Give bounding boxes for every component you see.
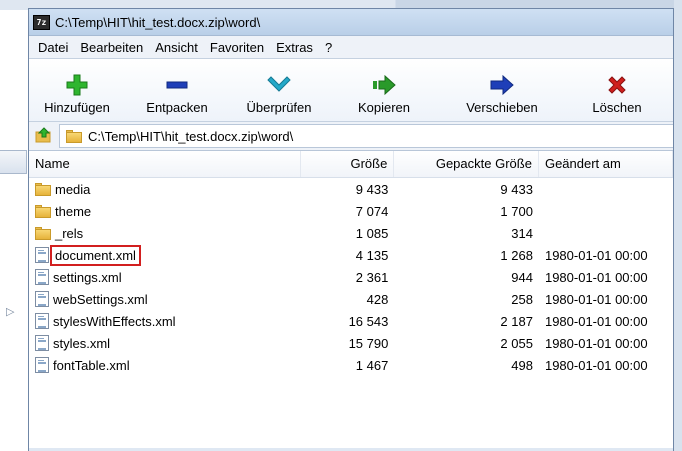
column-packed-size[interactable]: Gepackte Größe bbox=[394, 151, 539, 177]
file-modified: 1980-01-01 00:00 bbox=[544, 335, 648, 351]
file-size: 16 543 bbox=[348, 313, 389, 329]
test-button-label: Überprüfen bbox=[246, 100, 312, 115]
file-size: 9 433 bbox=[355, 181, 389, 197]
delete-button-label: Löschen bbox=[592, 100, 642, 115]
file-packed-size: 9 433 bbox=[500, 181, 533, 197]
list-item-theme[interactable]: theme 7 074 1 700 bbox=[29, 200, 673, 222]
file-name: stylesWithEffects.xml bbox=[53, 313, 176, 329]
file-packed-size: 944 bbox=[511, 269, 533, 285]
file-packed-size: 258 bbox=[511, 291, 533, 307]
file-list: Name Größe Gepackte Größe Geändert am me… bbox=[29, 151, 673, 448]
add-button-label: Hinzufügen bbox=[44, 100, 110, 115]
menu-bearbeiten[interactable]: Bearbeiten bbox=[74, 40, 149, 55]
title-bar[interactable]: 7z C:\Temp\HIT\hit_test.docx.zip\word\ bbox=[29, 9, 673, 36]
test-button[interactable]: Überprüfen bbox=[229, 63, 329, 121]
file-name: theme bbox=[55, 203, 92, 219]
file-size: 2 361 bbox=[355, 269, 389, 285]
file-size: 428 bbox=[366, 291, 389, 307]
7zip-app-icon: 7z bbox=[33, 14, 50, 30]
folder-icon bbox=[66, 129, 82, 143]
file-name: styles.xml bbox=[53, 335, 111, 351]
menu-datei[interactable]: Datei bbox=[32, 40, 74, 55]
menu-bar: Datei Bearbeiten Ansicht Favoriten Extra… bbox=[29, 36, 673, 59]
list-item-fonttable-xml[interactable]: fontTable.xml 1 467 498 1980-01-01 00:00 bbox=[29, 354, 673, 376]
minus-icon bbox=[166, 70, 188, 100]
list-item-settings-xml[interactable]: settings.xml 2 361 944 1980-01-01 00:00 bbox=[29, 266, 673, 288]
file-packed-size: 1 700 bbox=[500, 203, 533, 219]
file-size: 1 467 bbox=[355, 357, 389, 373]
check-chevron-icon bbox=[267, 70, 291, 100]
archive-window: 7z C:\Temp\HIT\hit_test.docx.zip\word\ D… bbox=[28, 8, 674, 451]
extract-button-label: Entpacken bbox=[146, 100, 208, 115]
background-window-edge-right bbox=[674, 0, 682, 451]
file-packed-size: 2 187 bbox=[500, 313, 533, 329]
file-name: media bbox=[55, 181, 91, 197]
folder-up-icon[interactable] bbox=[35, 126, 53, 146]
background-arrow-icon: ▷ bbox=[6, 306, 15, 318]
file-packed-size: 498 bbox=[511, 357, 533, 373]
file-modified: 1980-01-01 00:00 bbox=[544, 269, 648, 285]
file-size: 4 135 bbox=[355, 247, 389, 263]
list-item-rels[interactable]: _rels 1 085 314 bbox=[29, 222, 673, 244]
file-size: 15 790 bbox=[348, 335, 389, 351]
xml-file-icon bbox=[35, 269, 49, 285]
menu-favoriten[interactable]: Favoriten bbox=[204, 40, 270, 55]
file-name: webSettings.xml bbox=[53, 291, 148, 307]
window-title: C:\Temp\HIT\hit_test.docx.zip\word\ bbox=[55, 14, 261, 30]
column-size[interactable]: Größe bbox=[301, 151, 395, 177]
extract-button[interactable]: Entpacken bbox=[125, 63, 229, 121]
copy-arrow-icon bbox=[372, 70, 396, 100]
file-name: fontTable.xml bbox=[53, 357, 130, 373]
move-button[interactable]: Verschieben bbox=[439, 63, 565, 121]
xml-file-icon bbox=[35, 291, 49, 307]
folder-icon bbox=[35, 226, 51, 240]
add-button[interactable]: Hinzufügen bbox=[29, 63, 125, 121]
copy-button-label: Kopieren bbox=[357, 100, 411, 115]
column-name[interactable]: Name bbox=[29, 151, 301, 177]
delete-x-icon bbox=[607, 70, 627, 100]
address-bar: C:\Temp\HIT\hit_test.docx.zip\word\ bbox=[29, 122, 673, 151]
file-packed-size: 2 055 bbox=[500, 335, 533, 351]
file-modified: 1980-01-01 00:00 bbox=[544, 247, 648, 263]
list-item-websettings-xml[interactable]: webSettings.xml 428 258 1980-01-01 00:00 bbox=[29, 288, 673, 310]
delete-button[interactable]: Löschen bbox=[565, 63, 669, 121]
list-item-media[interactable]: media 9 433 9 433 bbox=[29, 178, 673, 200]
plus-icon bbox=[66, 70, 88, 100]
file-name-highlighted: document.xml bbox=[50, 244, 141, 266]
menu-ansicht[interactable]: Ansicht bbox=[149, 40, 204, 55]
move-button-label: Verschieben bbox=[466, 100, 538, 115]
file-modified: 1980-01-01 00:00 bbox=[544, 291, 648, 307]
file-size: 1 085 bbox=[355, 225, 389, 241]
file-name: settings.xml bbox=[53, 269, 122, 285]
file-modified: 1980-01-01 00:00 bbox=[544, 357, 648, 373]
xml-file-icon bbox=[35, 335, 49, 351]
file-packed-size: 314 bbox=[511, 225, 533, 241]
address-field[interactable]: C:\Temp\HIT\hit_test.docx.zip\word\ bbox=[59, 124, 673, 148]
list-item-styles-xml[interactable]: styles.xml 15 790 2 055 1980-01-01 00:00 bbox=[29, 332, 673, 354]
xml-file-icon bbox=[35, 247, 49, 263]
file-name: _rels bbox=[55, 225, 84, 241]
list-item-document-xml[interactable]: document.xml 4 135 1 268 1980-01-01 00:0… bbox=[29, 244, 673, 266]
address-path: C:\Temp\HIT\hit_test.docx.zip\word\ bbox=[88, 128, 294, 144]
folder-icon bbox=[35, 182, 51, 196]
file-packed-size: 1 268 bbox=[500, 247, 533, 263]
folder-icon bbox=[35, 204, 51, 218]
copy-button[interactable]: Kopieren bbox=[329, 63, 439, 121]
move-arrow-icon bbox=[490, 70, 514, 100]
column-header: Name Größe Gepackte Größe Geändert am bbox=[29, 151, 673, 178]
xml-file-icon bbox=[35, 357, 49, 373]
menu-extras[interactable]: Extras bbox=[270, 40, 319, 55]
column-modified[interactable]: Geändert am bbox=[539, 151, 673, 177]
list-item-styleswitheffects-xml[interactable]: stylesWithEffects.xml 16 543 2 187 1980-… bbox=[29, 310, 673, 332]
file-size: 7 074 bbox=[355, 203, 389, 219]
xml-file-icon bbox=[35, 313, 49, 329]
menu-help[interactable]: ? bbox=[319, 40, 338, 55]
toolbar: Hinzufügen Entpacken Überprüfen Kopieren… bbox=[29, 59, 673, 122]
file-modified: 1980-01-01 00:00 bbox=[544, 313, 648, 329]
background-window-tab bbox=[0, 150, 27, 174]
